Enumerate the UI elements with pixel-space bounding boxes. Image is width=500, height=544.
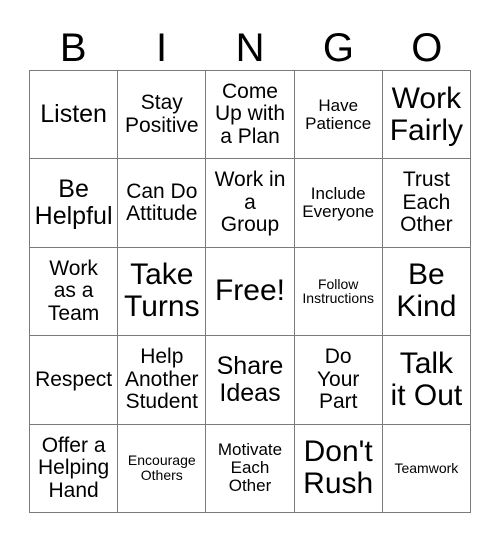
- bingo-cell-label: Trust Each Other: [400, 168, 453, 237]
- bingo-cell-r4c3[interactable]: Share Ideas: [206, 336, 295, 425]
- bingo-cell-r2c2[interactable]: Can Do Attitude: [118, 159, 207, 248]
- bingo-cell-label: Listen: [40, 100, 107, 129]
- bingo-cell-r5c5[interactable]: Teamwork: [382, 424, 471, 513]
- header-letter-n: N: [235, 26, 265, 70]
- bingo-cell-r4c4[interactable]: Do Your Part: [294, 336, 383, 425]
- bingo-cell-r2c1[interactable]: Be Helpful: [30, 159, 119, 248]
- bingo-cell-label: Don't Rush: [303, 435, 374, 501]
- bingo-cell-r1c1[interactable]: Listen: [30, 71, 119, 160]
- bingo-cell-r4c1[interactable]: Respect: [30, 336, 119, 425]
- header-letter-o: O: [411, 26, 443, 70]
- bingo-cell-label: Be Helpful: [34, 175, 113, 231]
- bingo-cell-r2c5[interactable]: Trust Each Other: [382, 159, 471, 248]
- bingo-cell-r1c2[interactable]: Stay Positive: [118, 71, 207, 160]
- bingo-cell-r4c5[interactable]: Talk it Out: [382, 336, 471, 425]
- header-letter-g: G: [322, 26, 354, 70]
- bingo-cell-label: Stay Positive: [125, 91, 199, 137]
- bingo-cell-label: Respect: [35, 367, 113, 391]
- bingo-cell-label: Help Another Student: [125, 345, 199, 414]
- bingo-cell-label: Follow Instructions: [302, 275, 374, 307]
- bingo-cell-label: Include Everyone: [302, 183, 375, 222]
- bingo-cell-r1c4[interactable]: Have Patience: [294, 71, 383, 160]
- bingo-cell-r3c4[interactable]: Follow Instructions: [294, 247, 383, 337]
- bingo-cell-r5c3[interactable]: Motivate Each Other: [206, 424, 295, 513]
- bingo-cell-label: Be Kind: [396, 258, 457, 324]
- bingo-cell-r2c4[interactable]: Include Everyone: [294, 159, 383, 248]
- bingo-cell-r2c3[interactable]: Work in a Group: [206, 159, 295, 248]
- bingo-cell-label: Encourage Others: [127, 452, 196, 484]
- bingo-cell-r5c1[interactable]: Offer a Helping Hand: [30, 424, 119, 513]
- bingo-cell-r3c1[interactable]: Work as a Team: [30, 247, 119, 337]
- bingo-cell-label: Talk it Out: [390, 346, 463, 412]
- bingo-cell-label: Come Up with a Plan: [214, 79, 285, 148]
- bingo-cell-label: Motivate Each Other: [217, 440, 283, 496]
- bingo-cell-label: Share Ideas: [216, 352, 284, 407]
- bingo-cell-label: Teamwork: [394, 459, 459, 476]
- header-letter-b: B: [59, 26, 87, 70]
- bingo-card: B I N G O Listen Stay Positive Come Up wit…: [0, 0, 500, 544]
- bingo-cell-r1c3[interactable]: Come Up with a Plan: [206, 71, 295, 160]
- bingo-cell-label: Take Turns: [124, 258, 200, 324]
- bingo-cell-label: Work in a Group: [214, 168, 286, 237]
- bingo-cell-label: Work as a Team: [47, 256, 100, 325]
- bingo-cell-label: Free!: [214, 274, 285, 308]
- bingo-header: B I N G O: [29, 20, 471, 70]
- bingo-cell-label: Do Your Part: [316, 345, 360, 414]
- bingo-cell-r5c4[interactable]: Don't Rush: [294, 424, 383, 513]
- bingo-cell-r3c5[interactable]: Be Kind: [382, 247, 471, 337]
- bingo-cell-label: Can Do Attitude: [126, 179, 198, 226]
- bingo-cell-label: Offer a Helping Hand: [37, 433, 110, 502]
- bingo-cell-label: Work Fairly: [389, 81, 464, 147]
- bingo-cell-r4c2[interactable]: Help Another Student: [118, 336, 207, 425]
- bingo-cell-r3c3[interactable]: Free!: [206, 247, 295, 337]
- bingo-grid: Listen Stay Positive Come Up with a Plan Ha…: [29, 70, 471, 513]
- bingo-cell-r1c5[interactable]: Work Fairly: [382, 71, 471, 160]
- bingo-cell-r3c2[interactable]: Take Turns: [118, 247, 207, 337]
- bingo-cell-r5c2[interactable]: Encourage Others: [118, 424, 207, 513]
- bingo-cell-label: Have Patience: [305, 95, 372, 133]
- header-letter-i: I: [156, 26, 168, 70]
